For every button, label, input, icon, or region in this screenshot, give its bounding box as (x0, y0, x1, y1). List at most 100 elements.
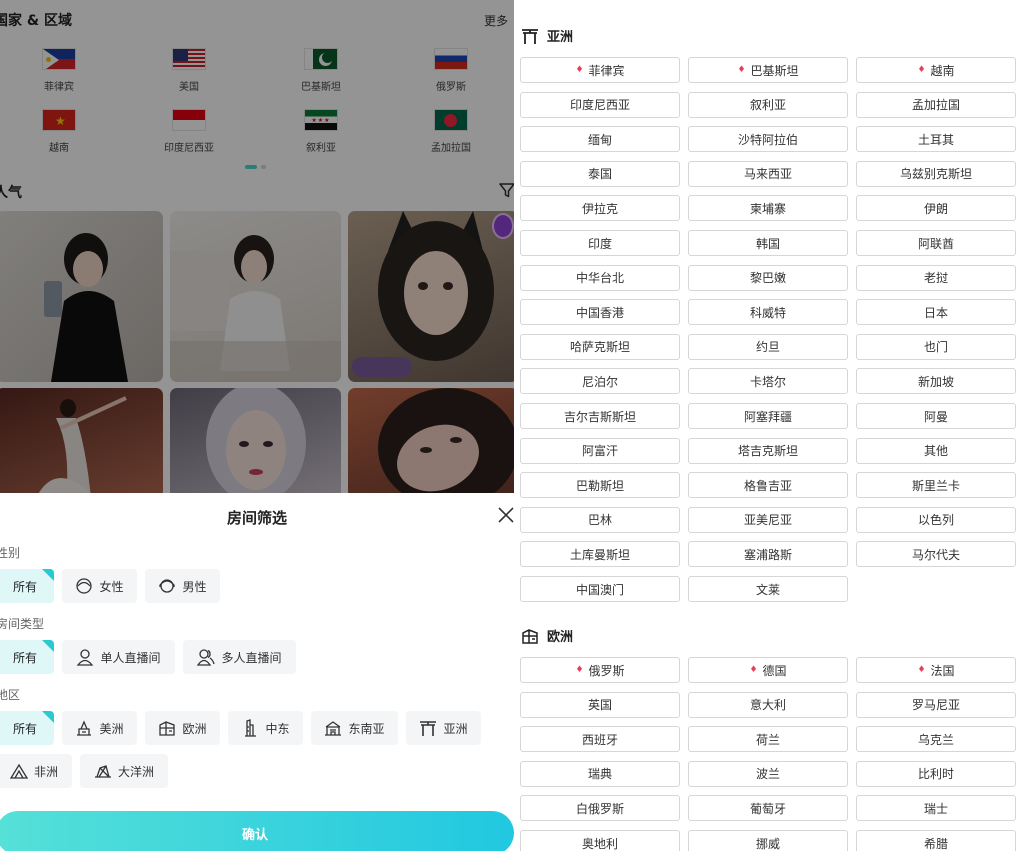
country-option-button[interactable]: 黎巴嫩 (688, 264, 848, 291)
country-option-label: 印度 (587, 236, 612, 251)
country-option-button[interactable]: 缅甸 (520, 126, 680, 153)
country-option-label: 意大利 (749, 698, 786, 713)
country-option-button[interactable]: 哈萨克斯坦 (520, 333, 680, 360)
country-option-label: 中国香港 (575, 305, 624, 320)
chip-label: 美洲 (99, 721, 124, 736)
country-option-button[interactable]: 马尔代夫 (856, 541, 1016, 568)
region-southeast-asia-chip[interactable]: 东南亚 (311, 711, 398, 745)
chip-label: 所有 (12, 650, 37, 665)
country-option-button[interactable]: 葡萄牙 (688, 795, 848, 822)
room-type-label: 房间类型 (0, 617, 45, 631)
country-option-label: 巴林 (587, 513, 612, 528)
country-option-button[interactable]: 荷兰 (688, 726, 848, 753)
chip-label: 男性 (182, 579, 207, 594)
country-option-button[interactable]: 伊拉克 (520, 195, 680, 222)
country-option-button[interactable]: 塞浦路斯 (688, 541, 848, 568)
country-option-button[interactable]: ♦ 巴基斯坦 (688, 57, 848, 83)
country-option-label: 西班牙 (581, 732, 618, 747)
country-option-label: 缅甸 (587, 132, 612, 147)
country-option-button[interactable]: 巴勒斯坦 (520, 472, 680, 499)
gender-all-chip[interactable]: 所有 (0, 569, 54, 603)
country-option-button[interactable]: 瑞典 (520, 760, 680, 787)
country-option-button[interactable]: ♦ 俄罗斯 (520, 657, 680, 683)
confirm-button[interactable]: 确认 (0, 811, 514, 851)
country-option-label: 瑞士 (923, 801, 948, 816)
region-middle-east-chip[interactable]: 中东 (228, 711, 303, 745)
country-option-button[interactable]: ♦ 德国 (688, 657, 848, 683)
country-option-label: 文莱 (755, 582, 780, 597)
country-option-button[interactable]: 希腊 (856, 830, 1016, 851)
region-africa-chip[interactable]: 非洲 (0, 754, 72, 788)
country-option-button[interactable]: 塔吉克斯坦 (688, 437, 848, 464)
country-option-button[interactable]: 挪威 (688, 830, 848, 851)
country-option-button[interactable]: 土库曼斯坦 (520, 541, 680, 568)
country-option-button[interactable]: 吉尔吉斯斯坦 (520, 403, 680, 429)
country-option-button[interactable]: ♦ 法国 (856, 657, 1016, 683)
country-option-button[interactable]: 格鲁吉亚 (688, 472, 848, 499)
country-option-button[interactable]: 柬埔寨 (688, 195, 848, 222)
oceania-icon (94, 765, 111, 778)
gender-male-chip[interactable]: 男性 (145, 569, 220, 603)
country-option-button[interactable]: 伊朗 (856, 195, 1016, 222)
country-option-button[interactable]: 乌兹别克斯坦 (856, 160, 1016, 187)
country-option-button[interactable]: ♦ 菲律宾 (520, 57, 680, 83)
country-option-button[interactable]: 科威特 (688, 299, 848, 326)
country-option-button[interactable]: 马来西亚 (688, 160, 848, 187)
country-option-button[interactable]: 文莱 (688, 576, 848, 602)
country-option-button[interactable]: 比利时 (856, 760, 1016, 787)
country-option-button[interactable]: 叙利亚 (688, 91, 848, 118)
country-option-button[interactable]: 卡塔尔 (688, 368, 848, 395)
region-americas-chip[interactable]: 美洲 (62, 711, 137, 745)
country-option-button[interactable]: 中国澳门 (520, 576, 680, 602)
country-option-button[interactable]: 西班牙 (520, 726, 680, 753)
country-option-button[interactable]: 英国 (520, 691, 680, 718)
country-option-button[interactable]: 阿富汗 (520, 437, 680, 464)
country-option-button[interactable]: 印度尼西亚 (520, 91, 680, 118)
country-option-button[interactable]: 约旦 (688, 333, 848, 360)
region-asia-chip[interactable]: 亚洲 (406, 711, 481, 745)
room-type-multi-chip[interactable]: 多人直播间 (183, 640, 296, 674)
country-option-button[interactable]: 罗马尼亚 (856, 691, 1016, 718)
region-all-chip[interactable]: 所有 (0, 711, 54, 745)
country-option-button[interactable]: 阿曼 (856, 403, 1016, 429)
country-option-button[interactable]: ♦ 越南 (856, 57, 1016, 83)
country-option-label: 罗马尼亚 (911, 698, 960, 713)
room-type-single-chip[interactable]: 单人直播间 (62, 640, 175, 674)
country-option-button[interactable]: 日本 (856, 299, 1016, 326)
modal-backdrop[interactable] (0, 0, 514, 493)
country-option-button[interactable]: 其他 (856, 437, 1016, 464)
close-icon[interactable] (496, 505, 514, 525)
country-option-button[interactable]: 白俄罗斯 (520, 795, 680, 822)
country-option-button[interactable]: 老挝 (856, 264, 1016, 291)
country-option-button[interactable]: 奥地利 (520, 830, 680, 851)
country-option-button[interactable]: 泰国 (520, 160, 680, 187)
country-option-button[interactable]: 以色列 (856, 506, 1016, 533)
region-europe-chip[interactable]: 欧洲 (145, 711, 220, 745)
country-option-button[interactable]: 亚美尼亚 (688, 506, 848, 533)
country-option-button[interactable]: 波兰 (688, 760, 848, 787)
country-option-label: 奥地利 (581, 836, 618, 851)
country-option-label: 挪威 (755, 836, 780, 851)
country-option-button[interactable]: 斯里兰卡 (856, 472, 1016, 499)
country-option-button[interactable]: 土耳其 (856, 126, 1016, 153)
country-option-button[interactable]: 意大利 (688, 691, 848, 718)
country-option-button[interactable]: 巴林 (520, 506, 680, 533)
country-option-button[interactable]: 沙特阿拉伯 (688, 126, 848, 153)
country-option-button[interactable]: 印度 (520, 230, 680, 256)
country-option-button[interactable]: 韩国 (688, 230, 848, 256)
country-option-button[interactable]: 新加坡 (856, 368, 1016, 395)
country-option-button[interactable]: 也门 (856, 333, 1016, 360)
country-option-label: 哈萨克斯坦 (569, 340, 630, 355)
country-option-button[interactable]: 阿塞拜疆 (688, 403, 848, 429)
gender-female-chip[interactable]: 女性 (62, 569, 137, 603)
country-option-button[interactable]: 尼泊尔 (520, 368, 680, 395)
country-option-button[interactable]: 中国香港 (520, 299, 680, 326)
region-oceania-chip[interactable]: 大洋洲 (80, 754, 168, 788)
country-option-button[interactable]: 阿联酋 (856, 230, 1016, 256)
room-type-all-chip[interactable]: 所有 (0, 640, 54, 674)
country-option-button[interactable]: 乌克兰 (856, 726, 1016, 753)
country-option-label: 泰国 (587, 167, 612, 182)
country-option-button[interactable]: 孟加拉国 (856, 91, 1016, 118)
country-option-button[interactable]: 中华台北 (520, 264, 680, 291)
country-option-button[interactable]: 瑞士 (856, 795, 1016, 822)
